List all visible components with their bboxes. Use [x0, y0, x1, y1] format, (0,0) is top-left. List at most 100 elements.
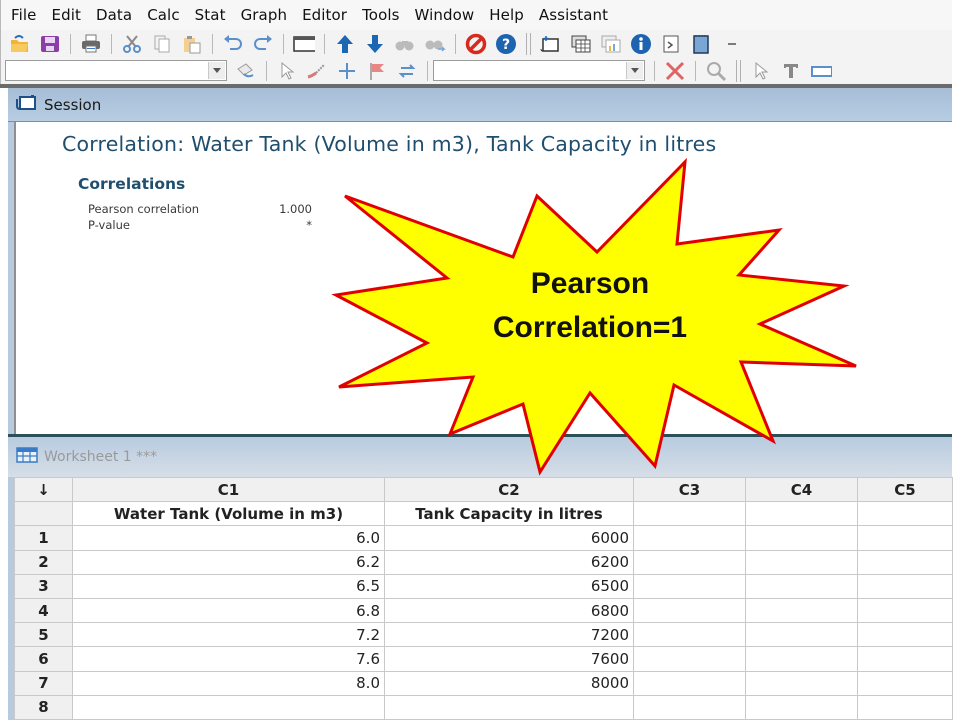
menu-tools[interactable]: Tools — [362, 6, 399, 24]
session-icon[interactable] — [540, 33, 562, 55]
cell-c3[interactable] — [633, 646, 746, 672]
cell-c5[interactable] — [857, 694, 953, 720]
column-header-c2[interactable]: C2 — [384, 476, 634, 503]
flag-icon[interactable] — [366, 60, 388, 82]
redo-icon[interactable] — [252, 33, 274, 55]
crosshair-icon[interactable] — [336, 60, 358, 82]
cell-c4[interactable] — [745, 573, 858, 599]
row-header[interactable]: 6 — [14, 646, 73, 672]
swap-icon[interactable] — [396, 60, 418, 82]
chevron-down-icon[interactable] — [626, 62, 643, 79]
cancel-icon[interactable] — [465, 33, 487, 55]
column-header-c1[interactable]: C1 — [72, 476, 385, 503]
menu-stat[interactable]: Stat — [195, 6, 226, 24]
column-name-c5[interactable] — [857, 501, 953, 527]
cell-c5[interactable] — [857, 573, 953, 599]
cell-c1[interactable] — [72, 694, 385, 720]
cell-c5[interactable] — [857, 549, 953, 575]
column-header-c4[interactable]: C4 — [745, 476, 858, 503]
command-icon[interactable] — [660, 33, 682, 55]
row-header[interactable]: 8 — [14, 694, 73, 720]
cell-c2[interactable]: 8000 — [384, 670, 634, 696]
cell-c1[interactable]: 6.8 — [72, 597, 385, 624]
menu-help[interactable]: Help — [489, 6, 524, 24]
select-icon[interactable] — [276, 60, 298, 82]
row-header[interactable]: 3 — [14, 573, 73, 599]
cell-c5[interactable] — [857, 525, 953, 551]
column-name-c1[interactable]: Water Tank (Volume in m3) — [72, 501, 385, 527]
cell-c2[interactable]: 6200 — [384, 549, 634, 575]
cell-c1[interactable]: 7.6 — [72, 646, 385, 672]
cell-c4[interactable] — [745, 597, 858, 624]
menu-file[interactable]: File — [11, 6, 37, 24]
graph-element-select[interactable] — [5, 60, 227, 81]
cell-c3[interactable] — [633, 549, 746, 575]
menu-edit[interactable]: Edit — [52, 6, 81, 24]
cell-c5[interactable] — [857, 646, 953, 672]
cell-c5[interactable] — [857, 597, 953, 624]
up-arrow-icon[interactable] — [334, 33, 356, 55]
cell-c2[interactable]: 6000 — [384, 525, 634, 551]
brush-icon[interactable] — [235, 60, 257, 82]
paste-icon[interactable] — [181, 33, 203, 55]
save-icon[interactable] — [39, 33, 61, 55]
cell-c3[interactable] — [633, 525, 746, 551]
menu-graph[interactable]: Graph — [241, 6, 288, 24]
column-name-c2[interactable]: Tank Capacity in litres — [384, 501, 634, 527]
cell-c1[interactable]: 6.2 — [72, 549, 385, 575]
delete-icon[interactable] — [664, 60, 686, 82]
session-title-bar[interactable]: Session — [8, 88, 952, 122]
menu-calc[interactable]: Calc — [147, 6, 179, 24]
column-name-c3[interactable] — [633, 501, 746, 527]
info-icon[interactable] — [630, 33, 652, 55]
zoom-icon[interactable] — [705, 60, 727, 82]
worksheet-icon[interactable] — [570, 33, 592, 55]
cell-c1[interactable]: 8.0 — [72, 670, 385, 696]
row-header[interactable]: 4 — [14, 597, 73, 624]
cell-c1[interactable]: 6.5 — [72, 573, 385, 599]
cell-c3[interactable] — [633, 694, 746, 720]
rectangle-icon[interactable] — [810, 60, 832, 82]
menu-window[interactable]: Window — [415, 6, 475, 24]
graph-folder-icon[interactable] — [600, 33, 622, 55]
cell-c2[interactable]: 7600 — [384, 646, 634, 672]
more-icon[interactable] — [720, 33, 742, 55]
row-header[interactable]: 7 — [14, 670, 73, 696]
chevron-down-icon[interactable] — [208, 62, 225, 79]
cell-c2[interactable]: 6800 — [384, 597, 634, 624]
cell-c3[interactable] — [633, 622, 746, 648]
cell-c1[interactable]: 7.2 — [72, 622, 385, 648]
data-direction-toggle[interactable]: ↓ — [14, 476, 73, 503]
open-icon[interactable] — [9, 33, 31, 55]
menu-editor[interactable]: Editor — [302, 6, 347, 24]
down-arrow-icon[interactable] — [364, 33, 386, 55]
find-icon[interactable] — [394, 33, 416, 55]
window-icon[interactable] — [293, 33, 315, 55]
cell-c3[interactable] — [633, 597, 746, 624]
cell-c4[interactable] — [745, 622, 858, 648]
cell-c3[interactable] — [633, 670, 746, 696]
cell-c2[interactable]: 6500 — [384, 573, 634, 599]
cell-c5[interactable] — [857, 622, 953, 648]
help-icon[interactable]: ? — [495, 33, 517, 55]
menu-data[interactable]: Data — [96, 6, 132, 24]
column-header-c5[interactable]: C5 — [857, 476, 953, 503]
cell-c4[interactable] — [745, 525, 858, 551]
cell-c3[interactable] — [633, 573, 746, 599]
cell-c4[interactable] — [745, 646, 858, 672]
cell-c4[interactable] — [745, 549, 858, 575]
text-icon[interactable] — [780, 60, 802, 82]
worksheet-title-bar[interactable]: Worksheet 1 *** — [8, 437, 952, 477]
row-header[interactable]: 5 — [14, 622, 73, 648]
menu-assistant[interactable]: Assistant — [539, 6, 608, 24]
undo-icon[interactable] — [222, 33, 244, 55]
graph-item-select[interactable] — [433, 60, 645, 81]
brush-line-icon[interactable] — [306, 60, 328, 82]
find-replace-icon[interactable] — [424, 33, 446, 55]
copy-icon[interactable] — [151, 33, 173, 55]
cell-c2[interactable] — [384, 694, 634, 720]
row-header[interactable]: 2 — [14, 549, 73, 575]
cell-c1[interactable]: 6.0 — [72, 525, 385, 551]
notebook-icon[interactable] — [690, 33, 712, 55]
cell-c2[interactable]: 7200 — [384, 622, 634, 648]
